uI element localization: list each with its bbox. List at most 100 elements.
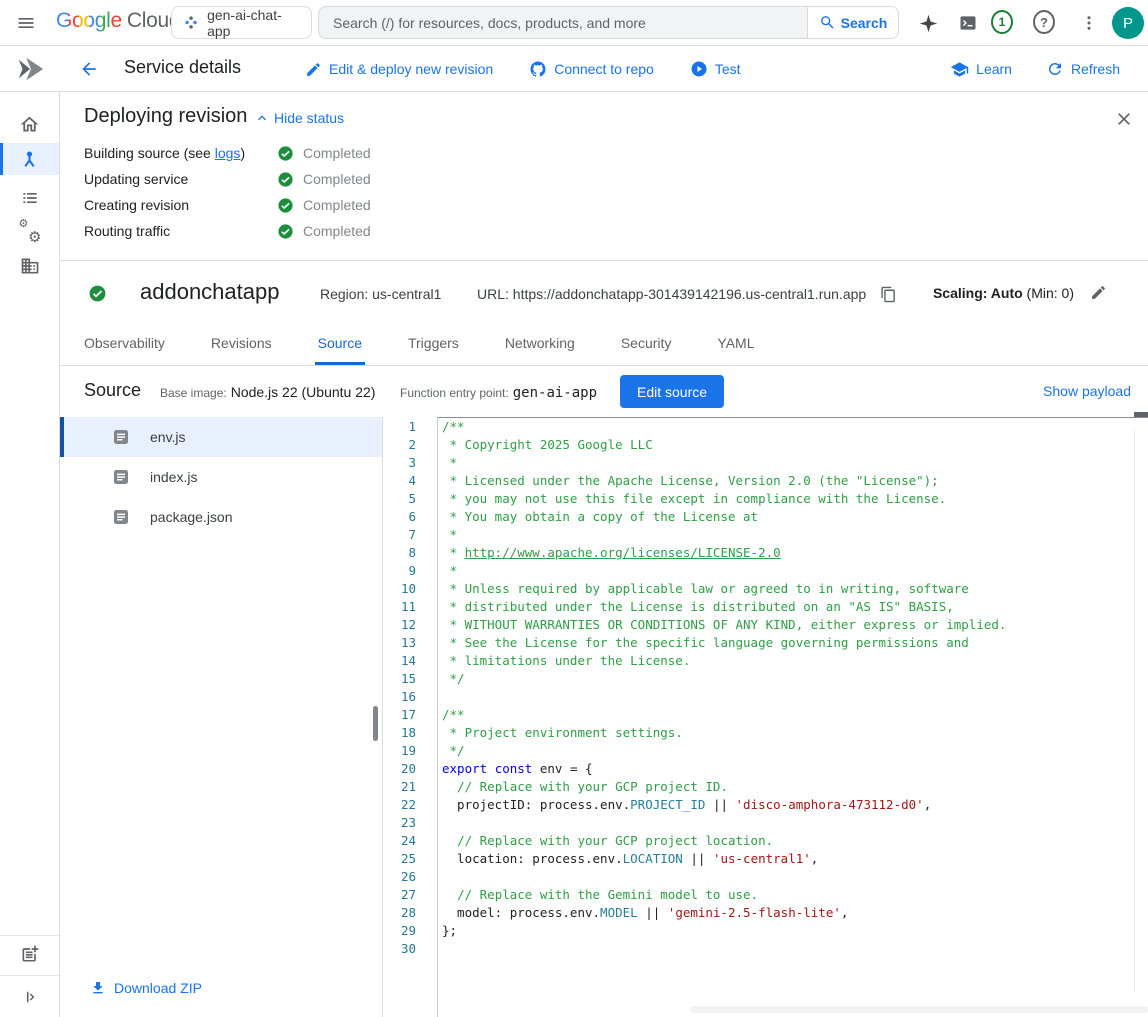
search-input[interactable] [318,6,807,39]
download-zip-button[interactable]: Download ZIP [90,980,202,996]
edit-source-button[interactable]: Edit source [620,375,724,408]
code-line: /** [442,418,1148,436]
tab-revisions[interactable]: Revisions [208,324,275,365]
tab-security[interactable]: Security [618,324,675,365]
status-step: Routing trafficCompleted [84,218,371,244]
line-number: 22 [383,796,416,814]
service-url-label: URL: [477,286,509,302]
tab-source[interactable]: Source [315,324,365,365]
download-zip-label: Download ZIP [114,980,202,996]
line-number: 19 [383,742,416,760]
status-step: Building source (see logs)Completed [84,140,371,166]
expand-rail-icon[interactable] [0,981,59,1013]
file-panel-scrollbar[interactable] [373,706,378,741]
file-name: package.json [150,509,233,525]
code-line: * [442,562,1148,580]
gemini-sparkle-icon[interactable] [917,12,939,34]
code-line: // Replace with your GCP project locatio… [442,832,1148,850]
check-circle-icon [277,197,294,214]
line-number: 10 [383,580,416,598]
rail-divider [0,975,59,976]
menu-icon[interactable] [16,12,40,34]
status-step: Updating service Completed [84,166,371,192]
notification-count: 1 [991,10,1013,34]
file-package.json[interactable]: package.json [60,497,382,537]
learn-button[interactable]: Learn [950,60,1012,79]
status-steps: Building source (see logs)CompletedUpdat… [84,140,371,244]
refresh-button[interactable]: Refresh [1046,60,1120,78]
learn-icon [950,60,969,79]
nav-integrations-icon[interactable]: ⚙⚙ [0,216,59,248]
project-picker[interactable]: gen-ai-chat-app [171,6,312,39]
file-icon [113,429,129,445]
code-line: * http://www.apache.org/licenses/LICENSE… [442,544,1148,562]
line-number: 28 [383,904,416,922]
status-step-state: Completed [303,223,371,239]
tab-yaml[interactable]: YAML [714,324,757,365]
connect-repo-button[interactable]: Connect to repo [529,60,654,78]
code-editor[interactable]: 1234567891011121314151617181920212223242… [383,417,1148,1017]
edit-scaling-icon[interactable] [1090,284,1107,301]
help-icon[interactable]: ? [1033,11,1055,33]
cloud-shell-icon[interactable] [957,12,979,34]
edit-deploy-label: Edit & deploy new revision [329,61,493,77]
more-options-icon[interactable] [1078,12,1100,34]
code-line: * [442,454,1148,472]
line-number: 5 [383,490,416,508]
file-index.js[interactable]: index.js [60,457,382,497]
status-step-state: Completed [303,171,371,187]
service-url-value: https://addonchatapp-301439142196.us-cen… [513,286,866,302]
line-number: 4 [383,472,416,490]
scaling-min: (Min: 0) [1023,285,1074,301]
search-button[interactable]: Search [807,6,899,39]
file-name: index.js [150,469,197,485]
hide-status-button[interactable]: Hide status [254,110,344,126]
github-icon [529,60,547,78]
file-icon [113,509,129,525]
test-button[interactable]: Test [690,60,741,78]
tab-networking[interactable]: Networking [502,324,578,365]
nav-organization-icon[interactable] [0,250,59,282]
project-name: gen-ai-chat-app [207,7,299,39]
nav-services-icon[interactable] [0,143,59,175]
show-payload-link[interactable]: Show payload [1043,383,1131,399]
line-number: 7 [383,526,416,544]
cloud-run-logo[interactable] [0,46,60,92]
left-nav-rail: ⚙⚙ [0,92,60,1017]
tab-observability[interactable]: Observability [81,324,168,365]
code-line: /** [442,706,1148,724]
tab-triggers[interactable]: Triggers [405,324,462,365]
avatar[interactable]: P [1112,7,1144,39]
editor-hscroll-track[interactable] [690,1006,1148,1013]
nav-revisions-icon[interactable] [0,182,59,214]
status-step-label: Updating service [84,171,277,187]
logs-link[interactable]: logs [215,145,241,161]
code-line: * [442,526,1148,544]
close-icon[interactable] [1114,109,1134,129]
line-number: 15 [383,670,416,688]
line-number: 23 [383,814,416,832]
download-icon [90,980,106,996]
line-number: 17 [383,706,416,724]
rail-divider [0,935,59,936]
status-step-state: Completed [303,197,371,213]
back-arrow-icon[interactable] [79,59,99,79]
code-line: model: process.env.MODEL || 'gemini-2.5-… [442,904,1148,922]
line-number: 2 [383,436,416,454]
editor-code[interactable]: /** * Copyright 2025 Google LLC * * Lice… [437,417,1148,1017]
editor-vscroll-track[interactable] [1134,430,1135,992]
edit-deploy-button[interactable]: Edit & deploy new revision [305,61,493,78]
notifications-icon[interactable]: 1 [991,11,1013,33]
base-image-label: Base image: [160,386,227,400]
copy-icon[interactable] [880,285,898,303]
header-right-actions: Learn Refresh [950,46,1120,92]
check-circle-icon [277,171,294,188]
code-line: location: process.env.LOCATION || 'us-ce… [442,850,1148,868]
source-split: env.jsindex.jspackage.json Download ZIP … [60,417,1148,1017]
code-line: */ [442,670,1148,688]
nav-home-icon[interactable] [0,108,59,140]
file-env.js[interactable]: env.js [60,417,382,457]
release-notes-icon[interactable] [0,938,59,970]
code-line: // Replace with the Gemini model to use. [442,886,1148,904]
line-number: 1 [383,418,416,436]
